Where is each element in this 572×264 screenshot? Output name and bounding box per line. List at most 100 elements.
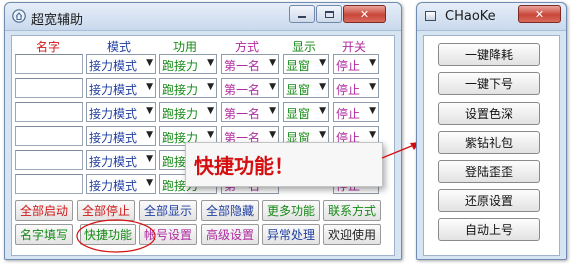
dropdown-arrow-icon: ▼ — [319, 130, 326, 140]
minimize-icon — [298, 16, 306, 18]
display-value: 显窗 — [286, 83, 311, 97]
close-icon: ✕ — [534, 7, 545, 21]
method-value: 第一名 — [224, 59, 261, 73]
window-icon — [425, 11, 436, 21]
method-value: 第一名 — [224, 83, 261, 97]
highlight-ellipse — [76, 219, 156, 253]
function-value: 跑接力 — [162, 59, 199, 73]
contact-button[interactable]: 联系方式 — [323, 200, 381, 221]
display-select[interactable]: 显窗 ▼ — [283, 78, 329, 98]
exception-handling-button[interactable]: 异常处理 — [262, 224, 320, 245]
method-select[interactable]: 第一名 ▼ — [221, 102, 279, 122]
mode-value: 接力模式 — [89, 155, 138, 169]
dropdown-arrow-icon: ▼ — [207, 106, 214, 116]
main-window-title: 超宽辅助 — [31, 13, 84, 28]
switch-select[interactable]: 停止 ▼ — [333, 102, 379, 122]
switch-value: 停止 — [336, 107, 361, 121]
dropdown-arrow-icon: ▼ — [146, 130, 153, 140]
dropdown-arrow-icon: ▼ — [319, 82, 326, 92]
maximize-button[interactable] — [316, 5, 342, 23]
mode-select[interactable]: 接力模式 ▼ — [86, 102, 156, 122]
name-input[interactable] — [15, 174, 83, 194]
hide-all-button[interactable]: 全部隐藏 — [201, 200, 259, 221]
dropdown-arrow-icon: ▼ — [369, 130, 376, 140]
column-header-name: 名字 — [35, 40, 60, 54]
switch-select[interactable]: 停止 ▼ — [333, 54, 379, 74]
dropdown-arrow-icon: ▼ — [369, 82, 376, 92]
display-value: 显窗 — [286, 59, 311, 73]
dropdown-arrow-icon: ▼ — [207, 58, 214, 68]
mode-value: 接力模式 — [89, 83, 138, 97]
dropdown-arrow-icon: ▼ — [207, 82, 214, 92]
switch-value: 停止 — [336, 83, 361, 97]
mode-value: 接力模式 — [89, 59, 138, 73]
app-icon — [12, 9, 26, 23]
dropdown-arrow-icon: ▼ — [146, 106, 153, 116]
mode-value: 接力模式 — [89, 131, 138, 145]
login-yy-button[interactable]: 登陆歪歪 — [438, 160, 540, 183]
display-select[interactable]: 显窗 ▼ — [283, 102, 329, 122]
mode-select[interactable]: 接力模式 ▼ — [86, 150, 156, 170]
quick-window-title: CHaoKe — [445, 9, 496, 24]
mode-select[interactable]: 接力模式 ▼ — [86, 78, 156, 98]
method-select[interactable]: 第一名 ▼ — [221, 78, 279, 98]
column-header-switch: 开关 — [341, 40, 366, 54]
advanced-settings-button[interactable]: 高级设置 — [201, 224, 259, 245]
set-color-depth-button[interactable]: 设置色深 — [438, 102, 540, 125]
dropdown-arrow-icon: ▼ — [269, 58, 276, 68]
dropdown-arrow-icon: ▼ — [269, 82, 276, 92]
main-titlebar[interactable]: 超宽辅助 ✕ — [5, 3, 401, 31]
switch-select[interactable]: 停止 ▼ — [333, 78, 379, 98]
method-value: 第一名 — [224, 107, 261, 121]
display-select[interactable]: 显窗 ▼ — [283, 54, 329, 74]
column-header-function: 功用 — [172, 40, 197, 54]
mode-value: 接力模式 — [89, 179, 138, 193]
dropdown-arrow-icon: ▼ — [146, 82, 153, 92]
function-select[interactable]: 跑接力 ▼ — [159, 54, 217, 74]
purple-diamond-gift-button[interactable]: 紫钻礼包 — [438, 131, 540, 154]
mode-select[interactable]: 接力模式 ▼ — [86, 54, 156, 74]
function-select[interactable]: 跑接力 ▼ — [159, 102, 217, 122]
logout-all-button[interactable]: 一键下号 — [438, 72, 540, 95]
quick-window-titlebar[interactable]: CHaoKe ✕ — [417, 3, 566, 31]
function-value: 跑接力 — [162, 107, 199, 121]
mode-select[interactable]: 接力模式 ▼ — [86, 174, 156, 194]
more-features-button[interactable]: 更多功能 — [262, 200, 320, 221]
dropdown-arrow-icon: ▼ — [146, 58, 153, 68]
display-value: 显窗 — [286, 107, 311, 121]
dropdown-arrow-icon: ▼ — [146, 154, 153, 164]
column-header-mode: 模式 — [106, 40, 131, 54]
dropdown-arrow-icon: ▼ — [319, 106, 326, 116]
name-input[interactable] — [15, 126, 83, 146]
function-value: 跑接力 — [162, 83, 199, 97]
method-select[interactable]: 第一名 ▼ — [221, 54, 279, 74]
dropdown-arrow-icon: ▼ — [369, 106, 376, 116]
maximize-icon — [324, 10, 334, 18]
reduce-consumption-button[interactable]: 一键降耗 — [438, 43, 540, 66]
name-input[interactable] — [15, 54, 83, 74]
welcome-button[interactable]: 欢迎使用 — [323, 224, 381, 245]
quick-functions-callout: 快捷功能！ — [185, 142, 383, 187]
start-all-button[interactable]: 全部启动 — [15, 200, 73, 221]
mode-select[interactable]: 接力模式 ▼ — [86, 126, 156, 146]
minimize-button[interactable] — [289, 5, 315, 23]
mode-value: 接力模式 — [89, 107, 138, 121]
function-select[interactable]: 跑接力 ▼ — [159, 78, 217, 98]
name-input[interactable] — [15, 150, 83, 170]
callout-text: 快捷功能！ — [194, 154, 294, 178]
restore-settings-button[interactable]: 还原设置 — [438, 189, 540, 212]
fill-names-button[interactable]: 名字填写 — [15, 224, 73, 245]
dropdown-arrow-icon: ▼ — [207, 130, 214, 140]
dropdown-arrow-icon: ▼ — [146, 178, 153, 188]
dropdown-arrow-icon: ▼ — [269, 130, 276, 140]
dropdown-arrow-icon: ▼ — [269, 106, 276, 116]
dropdown-arrow-icon: ▼ — [319, 58, 326, 68]
close-button[interactable]: ✕ — [343, 5, 386, 23]
quick-window-close-button[interactable]: ✕ — [518, 5, 561, 23]
name-input[interactable] — [15, 102, 83, 122]
switch-value: 停止 — [336, 59, 361, 73]
dropdown-arrow-icon: ▼ — [369, 58, 376, 68]
close-icon: ✕ — [359, 7, 370, 21]
auto-login-button[interactable]: 自动上号 — [438, 218, 540, 241]
name-input[interactable] — [15, 78, 83, 98]
